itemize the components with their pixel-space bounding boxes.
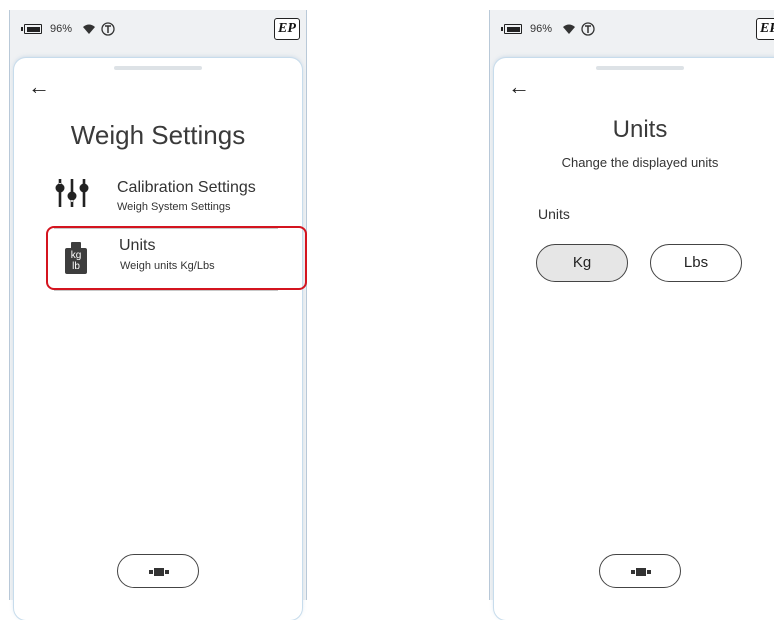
units-section-label: Units <box>538 206 570 222</box>
lb-text: lb <box>72 261 80 272</box>
menu-item-calibration-settings[interactable]: Calibration Settings Weigh System Settin… <box>54 171 278 229</box>
unit-lbs-button[interactable]: Lbs <box>650 244 742 282</box>
kg-lb-weight-icon: kg lb <box>65 242 87 274</box>
page-title: Weigh Settings <box>70 120 246 150</box>
menu-item-units[interactable]: kg lb Units Weigh units Kg/Lbs <box>54 231 278 291</box>
drag-handle[interactable] <box>114 66 202 70</box>
status-bar: 96% EP <box>490 10 774 52</box>
scale-toggle-button[interactable] <box>599 554 681 588</box>
scale-icon <box>149 568 169 576</box>
page-title: Units <box>612 116 668 143</box>
scale-icon <box>631 568 651 576</box>
menu-item-sublabel: Weigh System Settings <box>117 201 231 213</box>
drag-handle[interactable] <box>596 66 684 70</box>
ep-logo: EP <box>756 18 774 40</box>
battery-percent: 96% <box>50 23 73 35</box>
divider <box>54 290 278 291</box>
units-panel: ← Units Change the displayed units Units… <box>494 58 774 620</box>
status-bar: 96% EP <box>10 10 306 52</box>
ep-logo: EP <box>274 18 300 40</box>
battery-icon <box>21 24 42 34</box>
tare-icon <box>581 22 595 36</box>
wifi-icon <box>83 24 95 34</box>
wifi-icon <box>563 24 575 34</box>
unit-kg-button[interactable]: Kg <box>536 244 628 282</box>
menu-item-label: Units <box>119 237 156 254</box>
battery-icon <box>501 24 522 34</box>
back-arrow-icon[interactable]: ← <box>508 76 530 98</box>
tare-icon <box>101 22 115 36</box>
battery-percent: 96% <box>530 23 553 35</box>
sliders-icon <box>55 179 89 207</box>
kg-text: kg <box>70 250 82 261</box>
menu-item-sublabel: Weigh units Kg/Lbs <box>120 260 215 272</box>
left-device-screen: 96% EP ← Weigh Settings Calibration Sett… <box>9 10 307 620</box>
right-device-screen: 96% EP ← Units Change the displayed unit… <box>489 10 774 620</box>
menu-item-label: Calibration Settings <box>117 179 256 196</box>
scale-toggle-button[interactable] <box>117 554 199 588</box>
settings-panel: ← Weigh Settings Calibration Settings We… <box>14 58 307 620</box>
page-subtitle: Change the displayed units <box>561 155 719 170</box>
back-arrow-icon[interactable]: ← <box>28 76 50 98</box>
